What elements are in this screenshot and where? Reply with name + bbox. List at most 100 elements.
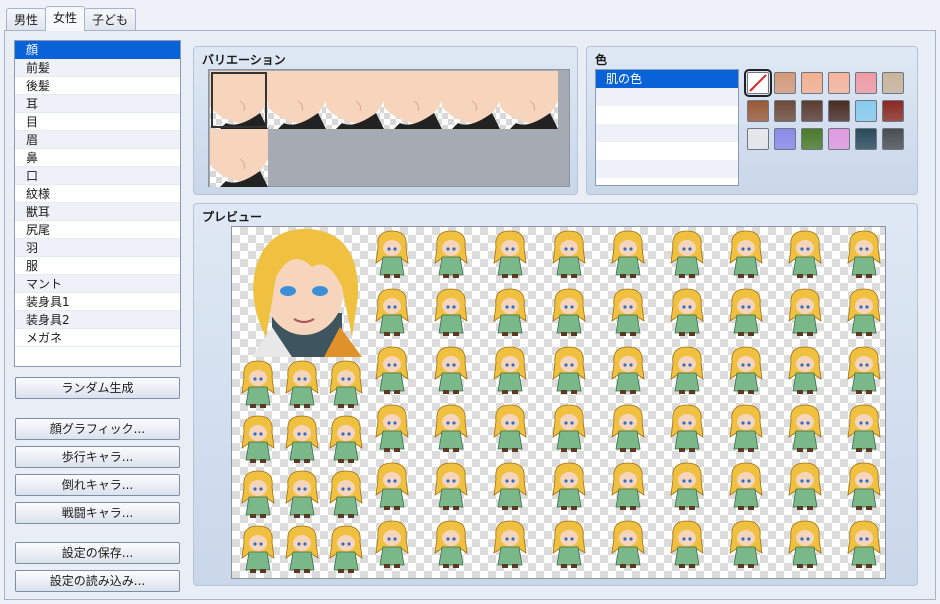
random-generate-button[interactable]: ランダム生成 [15, 377, 180, 399]
character-sprite [434, 404, 468, 452]
variation-thumb[interactable] [384, 71, 442, 129]
color-swatch[interactable] [801, 128, 823, 150]
part-item[interactable]: メガネ [15, 329, 180, 347]
part-item[interactable]: マント [15, 275, 180, 293]
variation-thumb[interactable] [500, 71, 558, 129]
character-sprite [788, 404, 822, 452]
variation-thumb[interactable] [326, 71, 384, 129]
part-item[interactable]: 耳 [15, 95, 180, 113]
color-item[interactable]: 肌の色 [596, 70, 738, 88]
walking-character-button[interactable]: 歩行キャラ... [15, 446, 180, 468]
part-item[interactable]: 前髪 [15, 59, 180, 77]
character-sprite [729, 520, 763, 568]
character-sprite [670, 462, 704, 510]
color-list[interactable]: 肌の色 [595, 69, 739, 186]
character-sprite [375, 230, 409, 278]
character-sprite [847, 346, 881, 394]
part-item[interactable]: 服 [15, 257, 180, 275]
variation-thumb[interactable] [210, 71, 268, 129]
color-swatch[interactable] [774, 128, 796, 150]
save-settings-button[interactable]: 設定の保存... [15, 542, 180, 564]
color-swatch[interactable] [828, 100, 850, 122]
color-group: 色 肌の色 [586, 46, 918, 195]
part-item[interactable]: 紋様 [15, 185, 180, 203]
part-item[interactable]: 羽 [15, 239, 180, 257]
battle-character-button[interactable]: 戦闘キャラ... [15, 502, 180, 524]
character-sprite [285, 525, 319, 573]
part-item[interactable]: 装身具1 [15, 293, 180, 311]
character-sprite [493, 520, 527, 568]
color-item[interactable] [596, 160, 738, 178]
character-sprite [329, 470, 363, 518]
tab-1[interactable]: 女性 [45, 6, 86, 31]
color-swatch[interactable] [801, 100, 823, 122]
color-swatch[interactable] [774, 72, 796, 94]
tab-2[interactable]: 子ども [84, 8, 137, 31]
part-item[interactable]: 目 [15, 113, 180, 131]
character-sprite [788, 520, 822, 568]
color-swatch[interactable] [855, 100, 877, 122]
variation-area [208, 69, 570, 187]
character-sprite [729, 288, 763, 336]
part-item[interactable]: 鼻 [15, 149, 180, 167]
load-settings-button[interactable]: 設定の読み込み... [15, 570, 180, 592]
color-swatch[interactable] [855, 128, 877, 150]
color-item[interactable] [596, 124, 738, 142]
color-swatch[interactable] [828, 128, 850, 150]
variation-thumb[interactable] [268, 71, 326, 129]
color-swatch[interactable] [801, 72, 823, 94]
character-sprite [552, 520, 586, 568]
character-sprite [670, 520, 704, 568]
character-sprite [329, 415, 363, 463]
character-sprite [285, 470, 319, 518]
character-sprite [493, 404, 527, 452]
character-sprite [375, 462, 409, 510]
color-swatch[interactable] [828, 72, 850, 94]
color-swatch[interactable] [747, 100, 769, 122]
face-graphic-button[interactable]: 顔グラフィック... [15, 418, 180, 440]
color-item[interactable] [596, 142, 738, 160]
part-item[interactable]: 装身具2 [15, 311, 180, 329]
part-item[interactable]: 口 [15, 167, 180, 185]
character-sprite [241, 415, 275, 463]
character-sprite [375, 346, 409, 394]
part-list[interactable]: 顔前髪 後髪耳目眉鼻口紋様 獣耳 尻尾羽服マント 装身具1 装身具2 メガネ [14, 40, 181, 367]
character-sprite [552, 230, 586, 278]
part-item[interactable]: 顔 [15, 41, 180, 59]
variation-thumb[interactable] [210, 129, 268, 187]
character-sprite [670, 230, 704, 278]
variation-thumb[interactable] [442, 71, 500, 129]
part-item[interactable]: 尻尾 [15, 221, 180, 239]
color-swatch[interactable] [882, 72, 904, 94]
character-sprite [788, 288, 822, 336]
character-sprite [670, 346, 704, 394]
character-sprite [434, 230, 468, 278]
part-item[interactable]: 獣耳 [15, 203, 180, 221]
down-character-button[interactable]: 倒れキャラ... [15, 474, 180, 496]
color-item[interactable] [596, 106, 738, 124]
character-sprite [788, 230, 822, 278]
character-sprite [285, 360, 319, 408]
tab-0[interactable]: 男性 [6, 8, 47, 31]
character-sprite [329, 360, 363, 408]
character-sprite [241, 470, 275, 518]
color-swatch[interactable] [747, 128, 769, 150]
character-sprite [434, 462, 468, 510]
character-sprite [552, 346, 586, 394]
color-swatch[interactable] [774, 100, 796, 122]
no-color-swatch[interactable] [744, 69, 772, 97]
character-sprite [611, 346, 645, 394]
color-item[interactable] [596, 88, 738, 106]
variation-title: バリエーション [202, 53, 286, 67]
character-sprite [552, 462, 586, 510]
character-sprite [434, 520, 468, 568]
character-sprite [847, 230, 881, 278]
character-sprite [493, 462, 527, 510]
color-swatch[interactable] [855, 72, 877, 94]
part-item[interactable]: 後髪 [15, 77, 180, 95]
part-item[interactable]: 眉 [15, 131, 180, 149]
preview-area [231, 226, 886, 579]
color-swatch[interactable] [882, 128, 904, 150]
color-swatch[interactable] [882, 100, 904, 122]
character-sprite [788, 346, 822, 394]
